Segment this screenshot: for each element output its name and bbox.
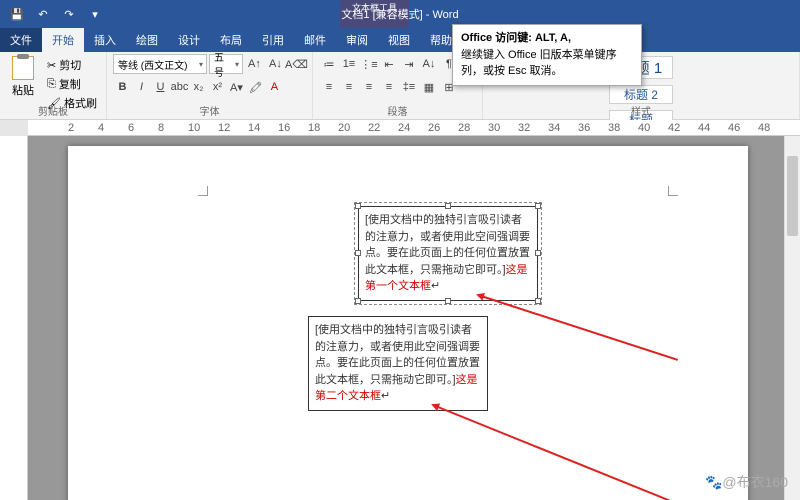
sort-button[interactable]: A↓ bbox=[419, 54, 439, 74]
tooltip-body: 继续键入 Office 旧版本菜单键序列，或按 Esc 取消。 bbox=[461, 49, 617, 76]
tab-view[interactable]: 视图 bbox=[378, 28, 420, 52]
align-right-button[interactable]: ≡ bbox=[359, 77, 379, 97]
font-size-select[interactable]: 五号 bbox=[209, 54, 243, 74]
group-label-font: 字体 bbox=[107, 103, 312, 118]
style-heading2[interactable]: 标题 2 bbox=[609, 85, 673, 104]
title-bar: 💾 ↶ ↷ ▾ 文本框工具 文档1 [兼容模式] - Word bbox=[0, 0, 800, 28]
font-color-button[interactable]: A bbox=[265, 77, 284, 97]
font-name-select[interactable]: 等线 (西文正文) bbox=[113, 54, 207, 74]
resize-handle[interactable] bbox=[355, 250, 361, 256]
paste-icon bbox=[12, 56, 34, 80]
vertical-scrollbar[interactable] bbox=[784, 136, 800, 500]
watermark: 🐾@布衣160 bbox=[705, 472, 788, 492]
decrease-indent-button[interactable]: ⇤ bbox=[379, 54, 399, 74]
bullets-button[interactable]: ≔ bbox=[319, 54, 339, 74]
paste-label: 粘贴 bbox=[12, 82, 34, 98]
vertical-ruler[interactable] bbox=[0, 136, 28, 500]
highlight-button[interactable]: 🖍 bbox=[246, 77, 265, 97]
superscript-button[interactable]: x² bbox=[208, 77, 227, 97]
copy-icon: ⎘ bbox=[47, 78, 56, 91]
group-clipboard: 粘贴 ✂剪切 ⎘复制 🖌格式刷 剪贴板 bbox=[0, 52, 107, 119]
undo-button[interactable]: ↶ bbox=[32, 3, 54, 25]
justify-button[interactable]: ≡ bbox=[379, 77, 399, 97]
grow-font-button[interactable]: A↑ bbox=[245, 54, 264, 74]
shrink-font-button[interactable]: A↓ bbox=[266, 54, 285, 74]
cut-button[interactable]: ✂剪切 bbox=[44, 56, 100, 74]
line-spacing-button[interactable]: ‡≡ bbox=[399, 77, 419, 97]
tab-mailings[interactable]: 邮件 bbox=[294, 28, 336, 52]
italic-button[interactable]: I bbox=[132, 77, 151, 97]
textbox-2[interactable]: [使用文档中的独特引言吸引读者的注意力，或者使用此空间强调要点。要在此页面上的任… bbox=[308, 316, 488, 411]
save-button[interactable]: 💾 bbox=[6, 3, 28, 25]
tab-draw[interactable]: 绘图 bbox=[126, 28, 168, 52]
resize-handle[interactable] bbox=[355, 203, 361, 209]
margin-marker bbox=[198, 186, 208, 196]
access-key-tooltip: Office 访问键: ALT, A, 继续键入 Office 旧版本菜单键序列… bbox=[452, 24, 642, 86]
resize-handle[interactable] bbox=[535, 298, 541, 304]
scrollbar-thumb[interactable] bbox=[787, 156, 798, 236]
tab-file[interactable]: 文件 bbox=[0, 28, 42, 52]
resize-handle[interactable] bbox=[445, 203, 451, 209]
window-title: 文档1 [兼容模式] - Word bbox=[341, 0, 458, 28]
copy-button[interactable]: ⎘复制 bbox=[44, 75, 100, 93]
quick-access-toolbar: 💾 ↶ ↷ ▾ bbox=[0, 0, 112, 28]
resize-handle[interactable] bbox=[355, 298, 361, 304]
annotation-arrow-2 bbox=[433, 404, 675, 500]
group-font: 等线 (西文正文) 五号 A↑ A↓ A⌫ B I U abc x₂ x² A▾… bbox=[107, 52, 313, 119]
document-canvas[interactable]: [使用文档中的独特引言吸引读者的注意力，或者使用此空间强调要点。要在此页面上的任… bbox=[28, 136, 800, 500]
strike-button[interactable]: abc bbox=[170, 77, 189, 97]
margin-marker bbox=[668, 186, 678, 196]
group-label-styles: 样式 bbox=[483, 103, 799, 118]
group-label-clipboard: 剪贴板 bbox=[0, 103, 106, 118]
align-center-button[interactable]: ≡ bbox=[339, 77, 359, 97]
shading-button[interactable]: ▦ bbox=[419, 77, 439, 97]
multilevel-button[interactable]: ⋮≡ bbox=[359, 54, 379, 74]
horizontal-ruler[interactable]: 2468101214161820222426283032343638404244… bbox=[28, 120, 800, 136]
resize-handle[interactable] bbox=[535, 203, 541, 209]
clear-format-button[interactable]: A⌫ bbox=[287, 54, 306, 74]
subscript-button[interactable]: x₂ bbox=[189, 77, 208, 97]
resize-handle[interactable] bbox=[535, 250, 541, 256]
resize-handle[interactable] bbox=[445, 298, 451, 304]
bold-button[interactable]: B bbox=[113, 77, 132, 97]
text-effects-button[interactable]: A▾ bbox=[227, 77, 246, 97]
scissors-icon: ✂ bbox=[47, 59, 56, 72]
underline-button[interactable]: U bbox=[151, 77, 170, 97]
qat-more-button[interactable]: ▾ bbox=[84, 3, 106, 25]
ribbon-tabs: 文件 开始 插入 绘图 设计 布局 引用 邮件 审阅 视图 帮助 文本框 💡 操… bbox=[0, 28, 800, 52]
increase-indent-button[interactable]: ⇥ bbox=[399, 54, 419, 74]
textbox-1[interactable]: [使用文档中的独特引言吸引读者的注意力，或者使用此空间强调要点。要在此页面上的任… bbox=[358, 206, 538, 301]
ribbon: 粘贴 ✂剪切 ⎘复制 🖌格式刷 剪贴板 等线 (西文正文) 五号 A↑ A↓ A… bbox=[0, 52, 800, 120]
annotation-arrow-1 bbox=[478, 294, 678, 361]
tooltip-title: Office 访问键: ALT, A, bbox=[461, 31, 633, 46]
align-left-button[interactable]: ≡ bbox=[319, 77, 339, 97]
tab-design[interactable]: 设计 bbox=[168, 28, 210, 52]
tab-review[interactable]: 审阅 bbox=[336, 28, 378, 52]
numbering-button[interactable]: 1≡ bbox=[339, 54, 359, 74]
redo-button[interactable]: ↷ bbox=[58, 3, 80, 25]
tab-home[interactable]: 开始 bbox=[42, 28, 84, 52]
page: [使用文档中的独特引言吸引读者的注意力，或者使用此空间强调要点。要在此页面上的任… bbox=[68, 146, 748, 500]
tab-references[interactable]: 引用 bbox=[252, 28, 294, 52]
group-label-paragraph: 段落 bbox=[313, 103, 482, 118]
tab-insert[interactable]: 插入 bbox=[84, 28, 126, 52]
